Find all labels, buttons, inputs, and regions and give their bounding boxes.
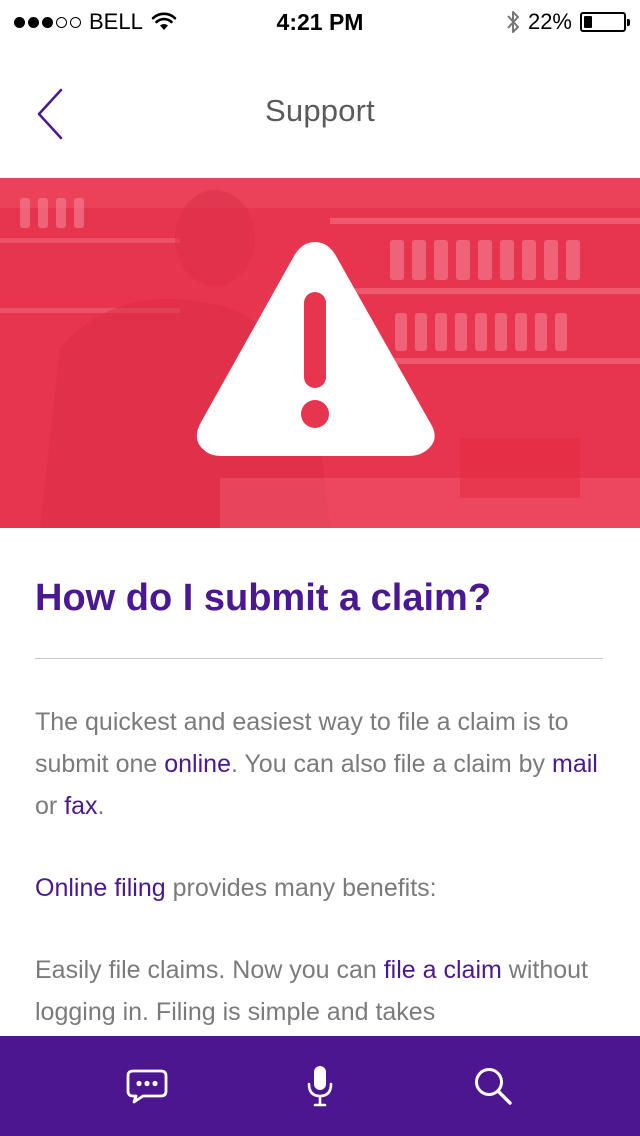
text: . You can also file a claim by bbox=[230, 750, 553, 778]
text: or bbox=[35, 792, 65, 820]
bottom-tab-bar bbox=[0, 1036, 640, 1136]
signal-strength-icon bbox=[14, 16, 81, 28]
fax-link[interactable]: fax bbox=[64, 792, 97, 820]
article-title: How do I submit a claim? bbox=[35, 577, 492, 619]
signal-dot bbox=[56, 16, 67, 28]
bluetooth-icon bbox=[507, 11, 519, 33]
status-left: BELL bbox=[14, 9, 177, 35]
chevron-left-icon bbox=[37, 88, 63, 140]
paragraph-benefits: Online filing provides many benefits: bbox=[35, 867, 605, 909]
text: . bbox=[97, 792, 105, 820]
text: provides many benefits: bbox=[165, 874, 437, 902]
carrier-name: BELL bbox=[89, 9, 143, 34]
text: Easily file claims. Now you can bbox=[35, 956, 384, 984]
paragraph-easily-file: Easily file claims. Now you can file a c… bbox=[35, 949, 605, 1033]
paragraph-intro: The quickest and easiest way to file a c… bbox=[35, 701, 605, 827]
search-button[interactable] bbox=[463, 1056, 523, 1116]
divider bbox=[35, 658, 603, 659]
back-button[interactable] bbox=[28, 84, 72, 144]
mail-link[interactable]: mail bbox=[552, 750, 598, 778]
battery-icon bbox=[580, 12, 630, 32]
signal-dot bbox=[70, 16, 81, 28]
chat-bubble-icon bbox=[126, 1069, 168, 1104]
online-link[interactable]: online bbox=[164, 750, 231, 778]
page-title: Support bbox=[265, 93, 375, 128]
hero-banner bbox=[0, 178, 640, 528]
online-filing-link[interactable]: Online filing bbox=[35, 874, 166, 902]
voice-button[interactable] bbox=[290, 1056, 350, 1116]
signal-dot bbox=[28, 16, 39, 28]
search-icon bbox=[475, 1068, 513, 1105]
signal-dot bbox=[42, 16, 53, 28]
chat-button[interactable] bbox=[117, 1056, 177, 1116]
navigation-bar: Support bbox=[0, 44, 640, 178]
wifi-icon bbox=[151, 12, 177, 30]
status-right: 22% bbox=[506, 9, 630, 35]
battery-percent: 22% bbox=[527, 9, 572, 34]
file-a-claim-link[interactable]: file a claim bbox=[384, 956, 502, 984]
status-bar: BELL 4:21 PM 22% bbox=[0, 0, 640, 44]
warning-triangle-icon bbox=[196, 242, 435, 456]
microphone-icon bbox=[307, 1066, 333, 1107]
battery-fill bbox=[584, 16, 593, 28]
signal-dot bbox=[14, 16, 25, 28]
article-content: How do I submit a claim? The quickest an… bbox=[0, 528, 640, 1036]
